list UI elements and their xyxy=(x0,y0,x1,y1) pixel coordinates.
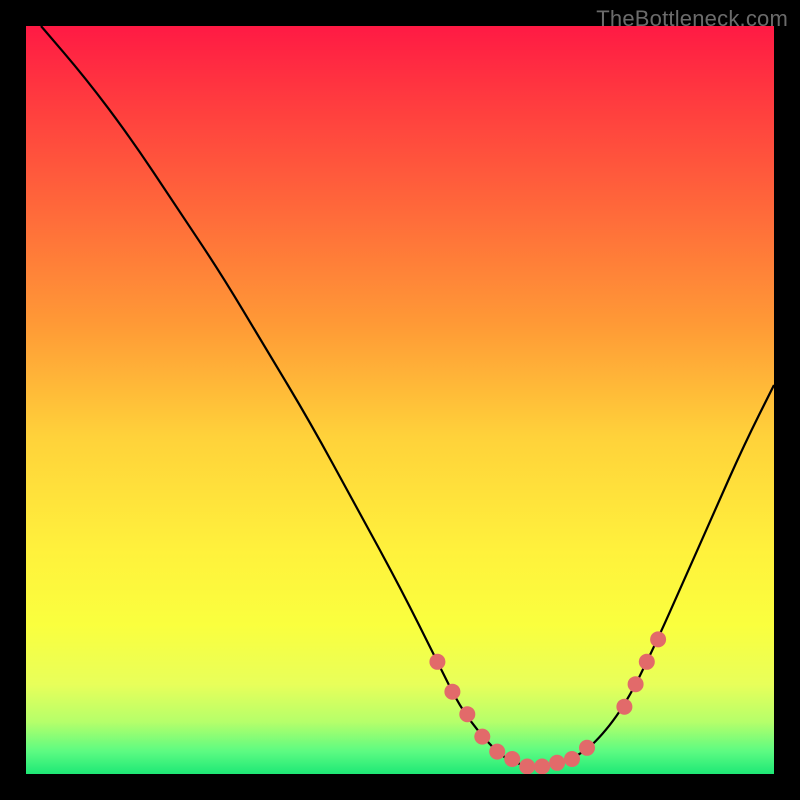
highlight-dot xyxy=(650,631,666,647)
highlight-dot xyxy=(534,759,550,775)
bottleneck-plot xyxy=(26,26,774,774)
highlight-dot xyxy=(579,740,595,756)
highlight-dot xyxy=(429,654,445,670)
highlight-dot xyxy=(444,684,460,700)
highlight-dot xyxy=(489,744,505,760)
highlight-dots xyxy=(429,631,666,774)
highlight-dot xyxy=(519,759,535,775)
highlight-dot xyxy=(474,729,490,745)
highlight-dot xyxy=(504,751,520,767)
highlight-dot xyxy=(616,699,632,715)
watermark-text: TheBottleneck.com xyxy=(596,6,788,32)
highlight-dot xyxy=(549,755,565,771)
bottleneck-curve xyxy=(41,26,774,767)
highlight-dot xyxy=(628,676,644,692)
highlight-dot xyxy=(564,751,580,767)
highlight-dot xyxy=(639,654,655,670)
chart-area xyxy=(26,26,774,774)
highlight-dot xyxy=(459,706,475,722)
